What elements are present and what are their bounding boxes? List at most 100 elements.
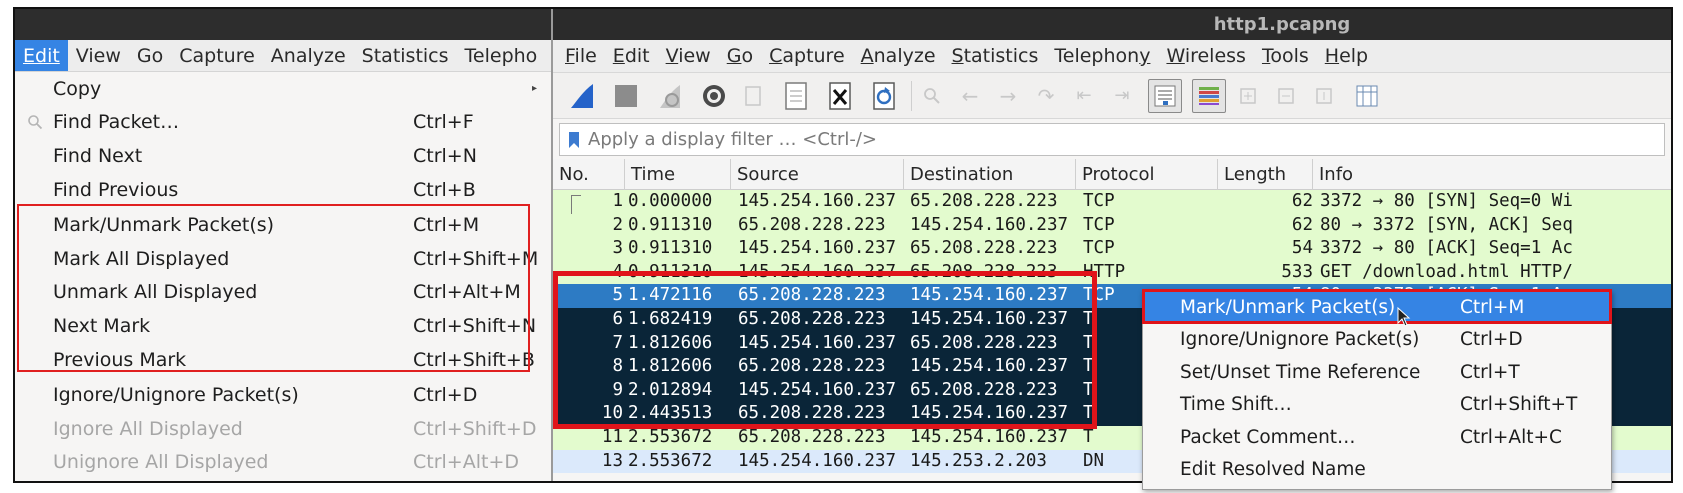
menu-telephony[interactable]: Telephony [1046, 45, 1158, 67]
packet-cell-length: 62 [1291, 191, 1313, 211]
go-forward-icon[interactable]: → [996, 79, 1020, 113]
packet-cell-protocol: TCP [1083, 214, 1115, 235]
packet-cell-source: 65.208.228.223 [738, 308, 886, 329]
menu-capture[interactable]: Capture [761, 45, 853, 67]
menu-edit[interactable]: Edit [605, 45, 658, 67]
close-file-icon[interactable] [823, 79, 857, 113]
packet-cell-source: 145.254.160.237 [738, 450, 897, 471]
context-menu-shortcut: Ctrl+Shift+T [1460, 394, 1578, 416]
window-title: http1.pcapng [1213, 14, 1351, 35]
menu-item-find-next[interactable]: Find Next Ctrl+N [15, 139, 551, 173]
packet-cell-time: 0.911310 [628, 214, 713, 235]
menu-view[interactable]: View [68, 40, 129, 71]
column-source[interactable]: Source [731, 158, 904, 190]
normal-size-icon[interactable] [1312, 79, 1336, 113]
packet-cell-source: 145.254.160.237 [738, 238, 897, 259]
context-menu-shortcut: Ctrl+M [1460, 296, 1525, 318]
menu-statistics[interactable]: Statistics [944, 45, 1047, 67]
packet-cell-time: 1.812606 [628, 356, 713, 377]
context-menu-item[interactable]: Mark/Unmark Packet(s) Ctrl+M [1143, 291, 1611, 324]
capture-options-gear-icon[interactable] [697, 79, 731, 113]
open-file-icon[interactable] [741, 79, 765, 113]
packet-row[interactable]: 2 0.911310 65.208.228.223 145.254.160.237 TC… [553, 213, 1671, 238]
menu-tools[interactable]: Tools [1254, 45, 1317, 67]
menu-view[interactable]: View [658, 45, 719, 67]
menu-item-copy[interactable]: Copy ▸ [15, 72, 551, 106]
packet-cell-no: 13 [601, 450, 623, 471]
packet-cell-no: 6 [612, 308, 623, 329]
packet-cell-destination: 65.208.228.223 [910, 191, 1058, 211]
column-no[interactable]: No. [553, 158, 625, 190]
autoscroll-icon[interactable] [1148, 78, 1182, 113]
context-menu-item[interactable]: Edit Resolved Name [1143, 454, 1611, 487]
menu-item-label: Find Previous [53, 178, 179, 201]
context-menu-label: Ignore/Unignore Packet(s) [1180, 329, 1420, 351]
packet-cell-no: 2 [612, 214, 623, 235]
context-menu-item[interactable]: Ignore/Unignore Packet(s) Ctrl+D [1143, 324, 1611, 357]
column-protocol[interactable]: Protocol [1076, 158, 1218, 190]
menu-wireless[interactable]: Wireless [1158, 45, 1254, 67]
menu-edit[interactable]: Edit [15, 40, 68, 71]
column-time[interactable]: Time [625, 158, 731, 190]
menu-help[interactable]: Help [1317, 45, 1376, 67]
packet-cell-destination: 65.208.228.223 [910, 379, 1058, 400]
context-menu-label: Packet Comment… [1180, 426, 1356, 448]
packet-cell-protocol: TCP [1083, 238, 1115, 259]
zoom-out-icon[interactable] [1274, 79, 1298, 113]
menu-item-find-previous[interactable]: Find Previous Ctrl+B [15, 173, 551, 207]
packet-row[interactable]: 1 0.000000 145.254.160.237 65.208.228.223 TC… [553, 190, 1671, 265]
context-menu-item[interactable]: Set/Unset Time Reference Ctrl+T [1143, 356, 1611, 389]
menu-statistics[interactable]: Statistics [354, 40, 457, 71]
go-to-packet-icon[interactable]: ↷ [1034, 79, 1058, 113]
context-menu-shortcut: Ctrl+Alt+C [1460, 426, 1562, 448]
context-menu-label: Set/Unset Time Reference [1180, 361, 1421, 383]
zoom-in-icon[interactable] [1236, 79, 1260, 113]
packet-cell-destination: 65.208.228.223 [910, 332, 1058, 353]
menu-item-ignore-unignore[interactable]: Ignore/Unignore Packet(s) Ctrl+D [15, 378, 551, 412]
stop-capture-icon[interactable] [609, 79, 643, 113]
menu-analyze[interactable]: Analyze [853, 45, 944, 67]
packet-cell-protocol: T [1083, 403, 1094, 424]
last-packet-icon[interactable]: ⇥ [1110, 79, 1134, 113]
menu-go[interactable]: Go [129, 40, 171, 71]
menu-item-find-packet[interactable]: Find Packet… Ctrl+F [15, 106, 551, 140]
column-length[interactable]: Length [1218, 158, 1313, 190]
menu-item-label: Ignore/Unignore Packet(s) [53, 384, 299, 407]
context-menu-label: Edit Resolved Name [1180, 459, 1366, 481]
save-file-icon[interactable] [779, 79, 813, 113]
colorize-icon[interactable] [1192, 78, 1226, 113]
shark-fin-start-icon[interactable] [565, 79, 599, 113]
menu-file[interactable]: File [553, 45, 605, 67]
column-info[interactable]: Info [1313, 159, 1671, 190]
packet-cell-protocol: DN [1083, 450, 1105, 471]
find-packet-icon[interactable] [920, 79, 944, 113]
bookmark-icon[interactable] [568, 131, 580, 149]
resize-columns-icon[interactable] [1350, 79, 1384, 113]
context-menu-shortcut: Ctrl+T [1460, 361, 1520, 383]
packet-list-header: No. Time Source Destination Protocol Len… [553, 158, 1671, 190]
restart-capture-icon[interactable] [653, 79, 687, 113]
menu-telephony[interactable]: Telepho [457, 40, 546, 71]
context-menu-item[interactable]: Time Shift… Ctrl+Shift+T [1143, 389, 1611, 422]
packet-row[interactable]: 4 0.911310 145.254.160.237 65.208.228.223 HT… [553, 260, 1671, 285]
packet-cell-no: 5 [612, 285, 623, 306]
context-menu-item[interactable]: Packet Comment… Ctrl+Alt+C [1143, 421, 1611, 454]
packet-cell-time: 2.553672 [628, 426, 713, 447]
reload-file-icon[interactable] [867, 79, 901, 113]
menu-item-label: Find Next [53, 144, 143, 167]
display-filter-input[interactable] [588, 129, 1488, 150]
menu-item-shortcut: Ctrl+D [413, 384, 478, 407]
menu-go[interactable]: Go [719, 45, 761, 67]
column-destination[interactable]: Destination [904, 158, 1076, 190]
go-back-icon[interactable]: ← [958, 79, 982, 113]
packet-cell-info: GET /download.html HTTP/ [1320, 261, 1573, 282]
menu-capture[interactable]: Capture [171, 40, 263, 71]
packet-cell-time: 2.553672 [628, 450, 713, 471]
packet-row[interactable]: 3 0.911310 145.254.160.237 65.208.228.223 TC… [553, 237, 1671, 261]
menu-analyze[interactable]: Analyze [263, 40, 354, 71]
packet-cell-source: 145.254.160.237 [738, 261, 897, 282]
packet-cell-length: 533 [1281, 261, 1313, 282]
packet-cell-protocol: T [1083, 332, 1094, 353]
packet-cell-source: 145.254.160.237 [738, 379, 897, 400]
first-packet-icon[interactable]: ⇤ [1072, 79, 1096, 113]
